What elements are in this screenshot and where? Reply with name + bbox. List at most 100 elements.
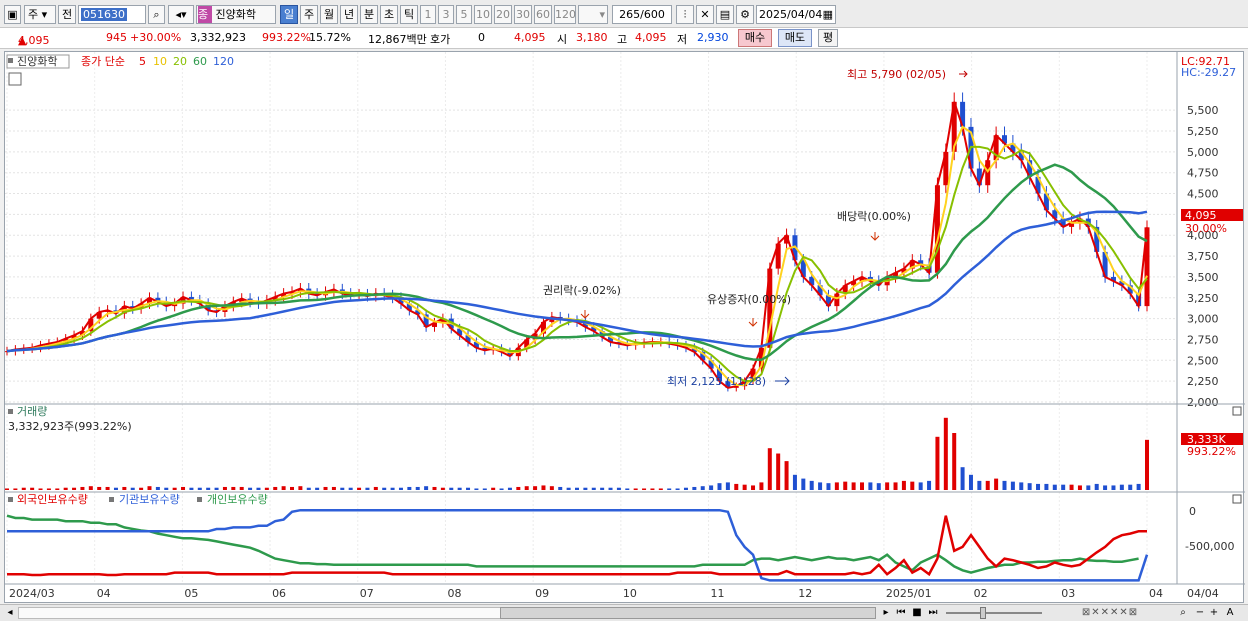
volume-bar	[1077, 485, 1082, 490]
crosshair-icon[interactable]: ✕	[696, 5, 714, 24]
calendar-icon[interactable]: ▦	[823, 6, 833, 23]
date-field[interactable]: 2025/04/04 ▦	[756, 5, 836, 24]
individual-holdings-line	[6, 514, 1139, 574]
count-field[interactable]: 265/600	[612, 5, 672, 24]
period-week-button[interactable]: 주	[300, 5, 318, 24]
interval-1-button[interactable]: 1	[420, 5, 436, 24]
volume-bar	[994, 478, 999, 490]
change-pct: +30.00%	[130, 31, 182, 44]
price-tick-label: 2,250	[1187, 375, 1219, 388]
interval-5-button[interactable]: 5	[456, 5, 472, 24]
high-value: 4,095	[635, 31, 667, 44]
zoom-out-icon[interactable]: −	[1194, 606, 1206, 620]
volume-bar	[139, 487, 144, 490]
period-minute-button[interactable]: 분	[360, 5, 378, 24]
price-tick-label: 2,000	[1187, 396, 1219, 409]
period-month-button[interactable]: 월	[320, 5, 338, 24]
scroll-right-button[interactable]: ▸	[880, 606, 892, 620]
volume-bar	[692, 486, 697, 490]
volume-bar	[181, 486, 186, 490]
scroll-thumb[interactable]	[500, 607, 876, 619]
zoom-in-icon[interactable]: +	[1208, 606, 1220, 620]
volume-bar	[608, 487, 613, 490]
volume-bar	[457, 487, 462, 490]
volume-bar	[172, 487, 177, 490]
volume-bar	[960, 467, 965, 490]
code-input[interactable]: 051630	[78, 5, 146, 24]
table-toggle-icon[interactable]	[8, 72, 22, 86]
volume-bar	[985, 480, 990, 490]
stop-button[interactable]: ■	[910, 606, 924, 620]
last-page-button[interactable]: ⏭	[926, 606, 940, 620]
x-tick-label: 06	[272, 587, 286, 600]
x-tick-label: 11	[711, 587, 725, 600]
sell-button[interactable]: 매도	[778, 29, 812, 47]
price-tick-label: 3,750	[1187, 250, 1219, 263]
window-icon[interactable]: ▣	[4, 5, 21, 24]
font-size-icon[interactable]: A	[1224, 606, 1236, 620]
chart-canvas[interactable]: 진양화학 종가 단순 5 10 20 60 120 LC:92.71 HC:-2…	[4, 52, 1245, 604]
volume-bar	[650, 488, 655, 490]
draw-tools-icon[interactable]: ⊠✕✕✕✕⊠	[1048, 606, 1172, 620]
interval-20-button[interactable]: 20	[494, 5, 512, 24]
sound-icon[interactable]: ◂▾	[168, 5, 194, 24]
last-volume-pct: 993.22%	[1187, 445, 1236, 458]
x-tick-label: 02	[974, 587, 988, 600]
search-icon[interactable]: ⌕	[148, 5, 165, 24]
volume-bar	[633, 488, 638, 490]
institution-series-icon	[109, 497, 114, 502]
high-label: 고	[617, 33, 628, 46]
volume-bar	[440, 487, 445, 490]
volume-panel-title: 거래량	[17, 405, 47, 418]
prev-button[interactable]: 전	[58, 5, 76, 24]
period-day-button[interactable]: 일	[280, 5, 298, 24]
interval-120-button[interactable]: 120	[554, 5, 576, 24]
volume-bar	[1019, 482, 1024, 490]
volume-bar	[281, 486, 286, 490]
code-value: 051630	[81, 8, 127, 21]
volume-bar	[725, 482, 730, 490]
volume-bar	[1036, 483, 1041, 490]
volume-bar	[46, 488, 51, 490]
stock-name-field[interactable]: 종 진양화학	[196, 5, 276, 24]
zoom-icon[interactable]: ⌕	[1176, 606, 1190, 620]
zoom-slider-handle[interactable]	[980, 607, 986, 619]
volume-bar	[474, 488, 479, 490]
period-second-button[interactable]: 초	[380, 5, 398, 24]
candle-type-icon[interactable]: ⫶	[676, 5, 694, 24]
stock-badge: 종	[198, 6, 212, 23]
stock-type-select[interactable]: 주 ▾	[24, 5, 56, 24]
price-tick-label: 5,000	[1187, 146, 1219, 159]
volume-bar	[516, 486, 521, 490]
zoom-slider[interactable]	[946, 612, 1042, 614]
volume-bar	[105, 486, 110, 490]
volume-ratio: 993.22%	[262, 31, 311, 44]
interval-select[interactable]: ▾	[578, 5, 608, 24]
volume-bar	[398, 487, 403, 490]
interval-60-button[interactable]: 60	[534, 5, 552, 24]
individual-series-label: 개인보유수량	[207, 493, 268, 506]
scroll-left-button[interactable]: ◂	[4, 606, 16, 620]
interval-10-button[interactable]: 10	[474, 5, 492, 24]
trade-value: 12,867백만	[368, 33, 427, 46]
volume-bar	[432, 486, 437, 490]
volume-bar	[164, 487, 169, 490]
turnover-pct: 15.72%	[309, 31, 351, 44]
buy-button[interactable]: 매수	[738, 29, 772, 47]
volume-bar	[80, 486, 85, 490]
volume-bar	[331, 486, 336, 490]
hoga-value: 0	[478, 31, 485, 44]
period-tick-button[interactable]: 틱	[400, 5, 418, 24]
interval-30-button[interactable]: 30	[514, 5, 532, 24]
first-page-button[interactable]: ⏮	[894, 606, 908, 620]
volume-bar	[122, 486, 127, 490]
holdings-panel-close-icon[interactable]	[1232, 494, 1242, 504]
period-year-button[interactable]: 년	[340, 5, 358, 24]
save-icon[interactable]: ▤	[716, 5, 734, 24]
volume-bar	[306, 487, 311, 490]
interval-3-button[interactable]: 3	[438, 5, 454, 24]
chart-area[interactable]: 진양화학 종가 단순 5 10 20 60 120 LC:92.71 HC:-2…	[4, 51, 1245, 604]
settings-icon[interactable]: ⚙	[736, 5, 754, 24]
volume-panel-close-icon[interactable]	[1232, 406, 1242, 416]
avg-button[interactable]: 평	[818, 29, 838, 47]
